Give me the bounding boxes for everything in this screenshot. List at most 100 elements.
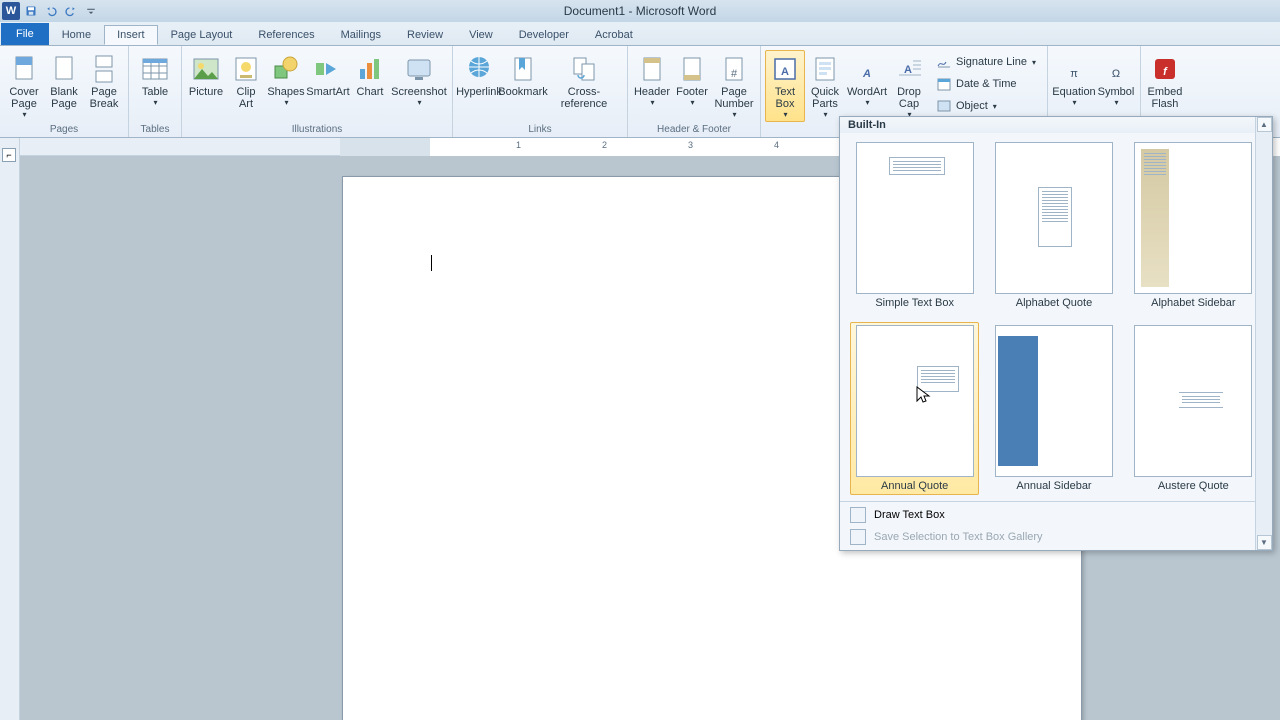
hyperlink-button[interactable]: Hyperlink	[457, 50, 501, 101]
header-icon	[636, 53, 668, 85]
symbol-icon: Ω	[1100, 53, 1132, 85]
qat-save-button[interactable]	[22, 2, 40, 20]
gallery-item-austere-quote[interactable]: Austere Quote	[1129, 322, 1258, 495]
wordart-icon: A	[851, 53, 883, 85]
scroll-up-button[interactable]: ▲	[1257, 117, 1272, 132]
page-number-button[interactable]: #Page Number▾	[712, 50, 756, 122]
shapes-icon	[270, 53, 302, 85]
save-selection-icon	[850, 529, 866, 545]
smartart-button[interactable]: SmartArt	[306, 50, 350, 101]
tab-mailings[interactable]: Mailings	[328, 25, 394, 45]
qat-undo-button[interactable]	[42, 2, 60, 20]
tab-developer[interactable]: Developer	[506, 25, 582, 45]
title-bar: W Document1 - Microsoft Word	[0, 0, 1280, 22]
chart-button[interactable]: Chart	[350, 50, 390, 101]
screenshot-icon	[403, 53, 435, 85]
page-break-icon	[88, 53, 120, 85]
shapes-button[interactable]: Shapes▾	[266, 50, 306, 110]
svg-text:#: #	[731, 68, 738, 80]
tab-insert[interactable]: Insert	[104, 25, 158, 45]
signature-icon	[936, 54, 952, 70]
tab-view[interactable]: View	[456, 25, 506, 45]
quick-parts-icon	[809, 53, 841, 85]
signature-line-button[interactable]: Signature Line▾	[931, 52, 1041, 72]
group-illustrations: Picture Clip Art Shapes▾ SmartArt Chart …	[182, 46, 453, 137]
date-time-icon	[936, 76, 952, 92]
gallery-item-alphabet-sidebar[interactable]: Alphabet Sidebar	[1129, 139, 1258, 312]
hyperlink-icon	[463, 53, 495, 85]
object-button[interactable]: Object▾	[931, 96, 1041, 116]
picture-icon	[190, 53, 222, 85]
date-time-button[interactable]: Date & Time	[931, 74, 1041, 94]
svg-text:A: A	[781, 66, 789, 78]
wordart-button[interactable]: AWordArt▾	[845, 50, 889, 110]
blank-page-button[interactable]: Blank Page	[44, 50, 84, 113]
equation-icon: π	[1058, 53, 1090, 85]
text-small-buttons: Signature Line▾ Date & Time Object▾	[929, 50, 1043, 118]
text-box-icon: A	[769, 53, 801, 85]
page-break-button[interactable]: Page Break	[84, 50, 124, 113]
table-button[interactable]: Table▾	[133, 50, 177, 110]
scroll-down-button[interactable]: ▼	[1257, 535, 1272, 550]
svg-text:π: π	[1070, 68, 1078, 80]
smartart-icon	[312, 53, 344, 85]
drop-cap-icon: A	[893, 53, 925, 85]
tab-review[interactable]: Review	[394, 25, 456, 45]
gallery-item-annual-sidebar[interactable]: Annual Sidebar	[989, 322, 1118, 495]
word-icon: W	[2, 2, 20, 20]
bookmark-button[interactable]: Bookmark	[501, 50, 545, 101]
gallery-scrollbar[interactable]: ▲ ▼	[1255, 117, 1272, 550]
chart-icon	[354, 53, 386, 85]
footer-button[interactable]: Footer▾	[672, 50, 712, 110]
drop-cap-button[interactable]: ADrop Cap▾	[889, 50, 929, 122]
tab-references[interactable]: References	[245, 25, 327, 45]
equation-button[interactable]: πEquation▾	[1052, 50, 1096, 110]
quick-parts-button[interactable]: Quick Parts▾	[805, 50, 845, 122]
group-header-footer: Header▾ Footer▾ #Page Number▾ Header & F…	[628, 46, 761, 137]
svg-text:Ω: Ω	[1112, 68, 1120, 80]
screenshot-button[interactable]: Screenshot▾	[390, 50, 448, 110]
symbol-button[interactable]: ΩSymbol▾	[1096, 50, 1136, 110]
object-icon	[936, 98, 952, 114]
svg-text:A: A	[904, 64, 912, 76]
tab-home[interactable]: Home	[49, 25, 104, 45]
tab-file[interactable]: File	[1, 23, 49, 45]
picture-button[interactable]: Picture	[186, 50, 226, 101]
blank-page-icon	[48, 53, 80, 85]
draw-text-box-icon	[850, 507, 866, 523]
draw-text-box-item[interactable]: Draw Text Box	[844, 504, 1268, 526]
embed-flash-button[interactable]: fEmbed Flash	[1145, 50, 1185, 113]
table-icon	[139, 53, 171, 85]
cross-reference-button[interactable]: Cross-reference	[545, 50, 623, 113]
quick-access-toolbar: W	[0, 2, 100, 20]
group-tables: Table▾ Tables	[129, 46, 182, 137]
qat-redo-button[interactable]	[62, 2, 80, 20]
text-box-button[interactable]: AText Box▾	[765, 50, 805, 122]
gallery-footer: Draw Text Box Save Selection to Text Box…	[840, 501, 1272, 550]
tab-acrobat[interactable]: Acrobat	[582, 25, 646, 45]
page-number-icon: #	[718, 53, 750, 85]
clip-art-button[interactable]: Clip Art	[226, 50, 266, 113]
footer-icon	[676, 53, 708, 85]
vertical-ruler: ⌐	[0, 138, 20, 720]
clip-art-icon	[230, 53, 262, 85]
cover-page-icon	[8, 53, 40, 85]
gallery-item-annual-quote[interactable]: Annual Quote	[850, 322, 979, 495]
svg-text:A: A	[862, 68, 871, 80]
gallery-item-simple-text-box[interactable]: Simple Text Box	[850, 139, 979, 312]
gallery-item-alphabet-quote[interactable]: Alphabet Quote	[989, 139, 1118, 312]
tab-selector[interactable]: ⌐	[2, 148, 16, 162]
cross-reference-icon	[568, 53, 600, 85]
cover-page-button[interactable]: Cover Page▾	[4, 50, 44, 122]
group-links: Hyperlink Bookmark Cross-reference Links	[453, 46, 628, 137]
bookmark-icon	[507, 53, 539, 85]
tab-page-layout[interactable]: Page Layout	[158, 25, 246, 45]
ribbon-tabs: File Home Insert Page Layout References …	[0, 22, 1280, 46]
group-pages: Cover Page▾ Blank Page Page Break Pages	[0, 46, 129, 137]
window-title: Document1 - Microsoft Word	[564, 4, 717, 18]
gallery-header: Built-In	[840, 117, 1272, 133]
header-button[interactable]: Header▾	[632, 50, 672, 110]
qat-customize-button[interactable]	[82, 2, 100, 20]
text-box-gallery: ▲ ▼ Built-In Simple Text Box Alphabet Qu…	[839, 116, 1273, 551]
text-cursor	[431, 255, 432, 271]
